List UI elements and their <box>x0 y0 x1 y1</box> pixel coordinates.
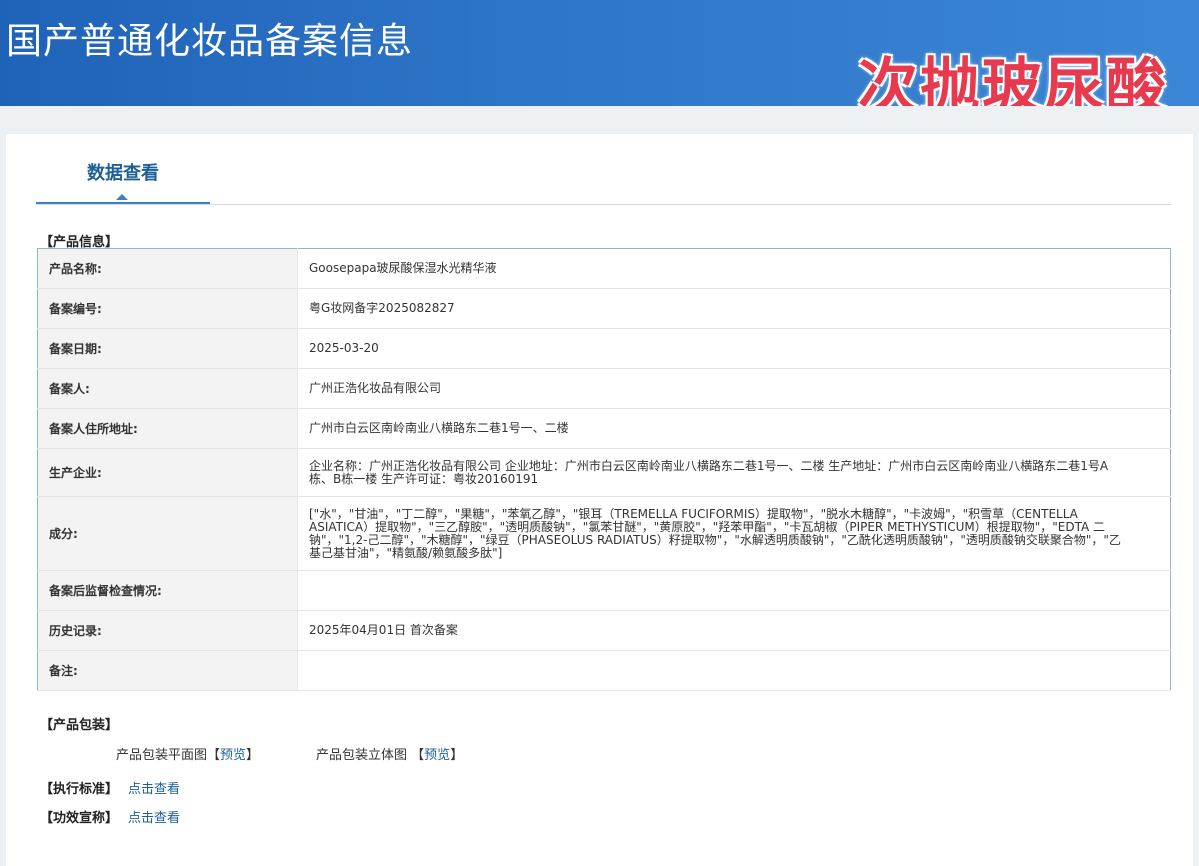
packaging-solid-preview-link[interactable]: 预览 <box>424 748 450 763</box>
table-row: 生产企业: 企业名称：广州正浩化妆品有限公司 企业地址：广州市白云区南岭南业八横… <box>37 448 1171 497</box>
standard-row: 【执行标准】 点击查看 <box>40 778 180 797</box>
content-panel: 数据查看 【产品信息】 产品名称: Goosepapa玻尿酸保湿水光精华液 备案… <box>6 134 1193 866</box>
row-value-filing-number: 粤G妆网备字2025082827 <box>297 288 1171 329</box>
row-label-filing-number: 备案编号: <box>37 288 298 329</box>
table-row: 成分: ["水"，"甘油"，"丁二醇"，"果糖"，"苯氧乙醇"，"银耳（TREM… <box>37 496 1171 571</box>
row-value-product-name: Goosepapa玻尿酸保湿水光精华液 <box>297 248 1171 289</box>
efficacy-view-link[interactable]: 点击查看 <box>128 811 180 826</box>
standard-label: 【执行标准】 <box>40 782 119 797</box>
product-info-table: 产品名称: Goosepapa玻尿酸保湿水光精华液 备案编号: 粤G妆网备字20… <box>37 248 1171 691</box>
efficacy-row: 【功效宣称】 点击查看 <box>40 807 180 826</box>
tab-active-indicator <box>116 194 128 200</box>
page-title: 国产普通化妆品备案信息 <box>6 21 414 62</box>
bracket-close: 】 <box>450 748 464 763</box>
tab-bar: 数据查看 <box>36 156 1172 205</box>
table-row: 产品名称: Goosepapa玻尿酸保湿水光精华液 <box>37 248 1171 289</box>
row-value-ingredients: ["水"，"甘油"，"丁二醇"，"果糖"，"苯氧乙醇"，"银耳（TREMELLA… <box>297 496 1171 571</box>
packaging-flat-label: 产品包装平面图 <box>116 748 208 763</box>
row-label-filer: 备案人: <box>37 368 298 409</box>
row-value-filing-date: 2025-03-20 <box>297 328 1171 369</box>
table-row: 备案后监督检查情况: <box>37 570 1171 611</box>
bracket-open: 【 <box>207 748 221 763</box>
efficacy-label: 【功效宣称】 <box>40 811 119 826</box>
table-row: 历史记录: 2025年04月01日 首次备案 <box>37 610 1171 651</box>
row-label-filer-address: 备案人住所地址: <box>37 408 298 449</box>
row-label-remarks: 备注: <box>37 650 298 691</box>
standard-view-link[interactable]: 点击查看 <box>128 782 180 797</box>
row-label-filing-date: 备案日期: <box>37 328 298 369</box>
packaging-flat-item: 产品包装平面图【预览】 <box>116 744 259 763</box>
row-label-history: 历史记录: <box>37 610 298 651</box>
row-value-history: 2025年04月01日 首次备案 <box>297 610 1171 651</box>
row-label-manufacturer: 生产企业: <box>37 448 298 497</box>
table-row: 备案编号: 粤G妆网备字2025082827 <box>37 288 1171 329</box>
row-label-product-name: 产品名称: <box>37 248 298 289</box>
header-gap <box>0 106 1199 134</box>
packaging-solid-item: 产品包装立体图 【预览】 <box>316 744 463 763</box>
packaging-solid-label: 产品包装立体图 <box>316 748 408 763</box>
table-row: 备案日期: 2025-03-20 <box>37 328 1171 369</box>
row-label-supervision: 备案后监督检查情况: <box>37 570 298 611</box>
row-value-filer: 广州正浩化妆品有限公司 <box>297 368 1171 409</box>
overlay-stamp-text: 次抛玻尿酸 <box>858 52 1168 106</box>
page-header: 国产普通化妆品备案信息 次抛玻尿酸 <box>0 0 1199 106</box>
row-label-ingredients: 成分: <box>37 496 298 571</box>
packaging-section-title: 【产品包装】 <box>40 718 119 733</box>
bracket-open: 【 <box>411 748 425 763</box>
table-row: 备案人: 广州正浩化妆品有限公司 <box>37 368 1171 409</box>
row-value-manufacturer: 企业名称：广州正浩化妆品有限公司 企业地址：广州市白云区南岭南业八横路东二巷1号… <box>297 448 1171 497</box>
row-value-filer-address: 广州市白云区南岭南业八横路东二巷1号一、二楼 <box>297 408 1171 449</box>
table-row: 备注: <box>37 650 1171 691</box>
row-value-supervision <box>297 570 1171 611</box>
packaging-flat-preview-link[interactable]: 预览 <box>220 748 246 763</box>
bracket-close: 】 <box>246 748 260 763</box>
row-value-remarks <box>297 650 1171 691</box>
table-row: 备案人住所地址: 广州市白云区南岭南业八横路东二巷1号一、二楼 <box>37 408 1171 449</box>
